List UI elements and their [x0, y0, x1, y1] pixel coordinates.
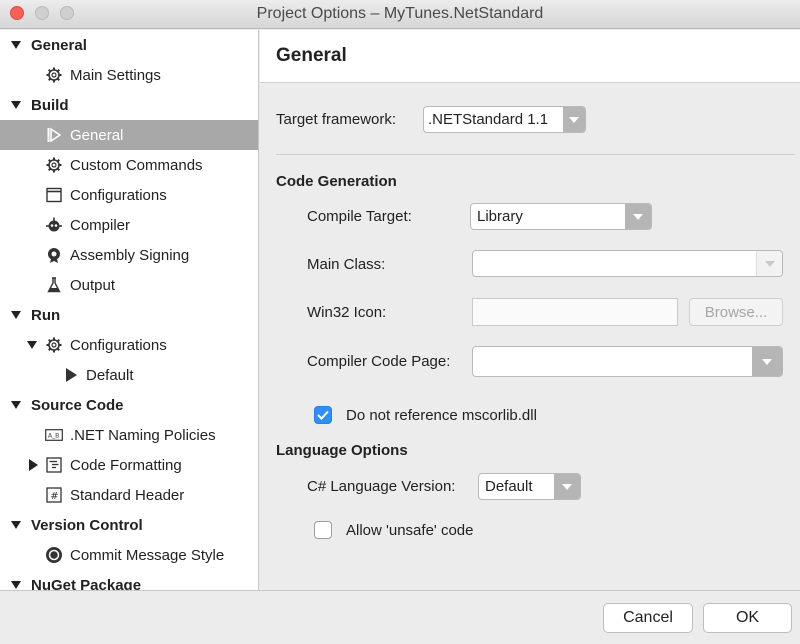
svg-text:#: #	[50, 491, 58, 502]
win32-icon-label: Win32 Icon:	[307, 304, 387, 321]
checkmark-icon	[317, 410, 329, 420]
title-bar: Project Options – MyTunes.NetStandard	[0, 0, 800, 29]
chevron-down-icon	[563, 107, 585, 132]
sidebar-item-standard-header[interactable]: # Standard Header	[0, 480, 258, 510]
sidebar-item-label: Standard Header	[70, 486, 185, 504]
compile-target-label: Compile Target:	[307, 208, 412, 225]
compile-target-value: Library	[477, 208, 523, 225]
seal-icon	[45, 246, 63, 264]
sidebar-section-version-control[interactable]: Version Control	[0, 510, 258, 540]
sidebar-item-naming-policies[interactable]: A_B .NET Naming Policies	[0, 420, 258, 450]
hash-icon: #	[45, 486, 63, 504]
target-framework-select[interactable]: .NETStandard 1.1	[423, 106, 586, 133]
sidebar-item-configurations[interactable]: Configurations	[0, 180, 258, 210]
expand-triangle-icon[interactable]	[11, 311, 21, 319]
flask-icon	[45, 276, 63, 294]
allow-unsafe-checkbox[interactable]	[314, 521, 332, 539]
sidebar-section-run[interactable]: Run	[0, 300, 258, 330]
csharp-version-select[interactable]: Default	[478, 473, 581, 500]
gear-icon	[45, 156, 63, 174]
no-mscorlib-label: Do not reference mscorlib.dll	[346, 407, 537, 424]
divider	[276, 154, 795, 155]
target-framework-label: Target framework:	[276, 111, 397, 128]
main-class-select[interactable]	[472, 250, 783, 277]
options-panel: General Target framework: .NETStandard 1…	[260, 30, 800, 590]
chevron-down-icon	[625, 204, 651, 229]
dialog-footer: Cancel OK	[0, 590, 800, 644]
cancel-button[interactable]: Cancel	[603, 603, 693, 633]
sidebar-item-code-formatting[interactable]: Code Formatting	[0, 450, 258, 480]
ok-button[interactable]: OK	[703, 603, 792, 633]
sidebar-item-main-settings[interactable]: Main Settings	[0, 60, 258, 90]
sidebar-item-default[interactable]: Default	[0, 360, 258, 390]
naming-icon: A_B	[45, 426, 63, 444]
expand-triangle-icon[interactable]	[27, 341, 37, 349]
window-icon	[45, 186, 63, 204]
sidebar-item-label: Main Settings	[70, 66, 161, 84]
options-sidebar: General Main Settings Build General Cust…	[0, 30, 259, 590]
sidebar-item-label: Commit Message Style	[70, 546, 225, 564]
chevron-down-icon	[756, 251, 782, 276]
win32-icon-field[interactable]	[472, 298, 678, 326]
chevron-down-icon	[752, 347, 782, 376]
sidebar-item-compiler[interactable]: Compiler	[0, 210, 258, 240]
sidebar-section-label: Source Code	[31, 396, 124, 414]
sidebar-item-label: Default	[86, 366, 134, 384]
sidebar-item-commit-message-style[interactable]: Commit Message Style	[0, 540, 258, 570]
collapse-triangle-icon[interactable]	[29, 459, 38, 471]
sidebar-item-label: Compiler	[70, 216, 131, 234]
sidebar-item-label: Code Formatting	[70, 456, 182, 474]
play-icon	[45, 126, 63, 144]
sidebar-section-source-code[interactable]: Source Code	[0, 390, 258, 420]
sidebar-item-run-configurations[interactable]: Configurations	[0, 330, 258, 360]
expand-triangle-icon[interactable]	[11, 41, 21, 49]
allow-unsafe-label: Allow 'unsafe' code	[346, 522, 474, 539]
sidebar-section-label: Build	[31, 96, 69, 114]
sidebar-section-label: NuGet Package	[31, 576, 142, 591]
sidebar-section-general[interactable]: General	[0, 30, 258, 60]
sidebar-item-label: Assembly Signing	[70, 246, 190, 264]
sidebar-item-label: Configurations	[70, 336, 167, 354]
expand-triangle-icon[interactable]	[11, 401, 21, 409]
csharp-version-value: Default	[485, 478, 533, 495]
sidebar-section-build[interactable]: Build	[0, 90, 258, 120]
expand-triangle-icon[interactable]	[11, 581, 21, 589]
sidebar-item-label: .NET Naming Policies	[70, 426, 216, 444]
code-generation-heading: Code Generation	[276, 173, 397, 190]
language-options-heading: Language Options	[276, 442, 408, 459]
no-mscorlib-checkbox[interactable]	[314, 406, 332, 424]
robot-icon	[45, 216, 63, 234]
expand-triangle-icon[interactable]	[11, 101, 21, 109]
gear-icon	[45, 66, 63, 84]
commit-icon	[45, 546, 63, 564]
sidebar-item-label: Custom Commands	[70, 156, 203, 174]
target-framework-value: .NETStandard 1.1	[428, 111, 549, 128]
chevron-down-icon	[554, 474, 580, 499]
gear-icon	[45, 336, 63, 354]
panel-header: General	[260, 30, 800, 83]
main-class-label: Main Class:	[307, 256, 386, 273]
play-icon	[62, 366, 80, 384]
sidebar-item-label: Configurations	[70, 186, 167, 204]
sidebar-item-assembly-signing[interactable]: Assembly Signing	[0, 240, 258, 270]
csharp-version-label: C# Language Version:	[307, 478, 456, 495]
compile-target-select[interactable]: Library	[470, 203, 652, 230]
window-title: Project Options – MyTunes.NetStandard	[256, 5, 544, 22]
sidebar-item-custom-commands[interactable]: Custom Commands	[0, 150, 258, 180]
sidebar-item-label: General	[70, 126, 124, 144]
compiler-code-page-label: Compiler Code Page:	[307, 353, 451, 370]
panel-title: General	[276, 45, 347, 66]
sidebar-section-label: Run	[31, 306, 61, 324]
svg-text:A_B: A_B	[48, 433, 59, 440]
sidebar-item-output[interactable]: Output	[0, 270, 258, 300]
sidebar-item-label: Output	[70, 276, 116, 294]
expand-triangle-icon[interactable]	[11, 521, 21, 529]
sidebar-section-label: General	[31, 36, 87, 54]
compiler-code-page-select[interactable]	[472, 346, 783, 377]
format-icon	[45, 456, 63, 474]
sidebar-item-build-general[interactable]: General	[0, 120, 258, 150]
browse-button[interactable]: Browse...	[689, 298, 783, 326]
sidebar-section-label: Version Control	[31, 516, 143, 534]
sidebar-section-nuget[interactable]: NuGet Package	[0, 570, 258, 591]
